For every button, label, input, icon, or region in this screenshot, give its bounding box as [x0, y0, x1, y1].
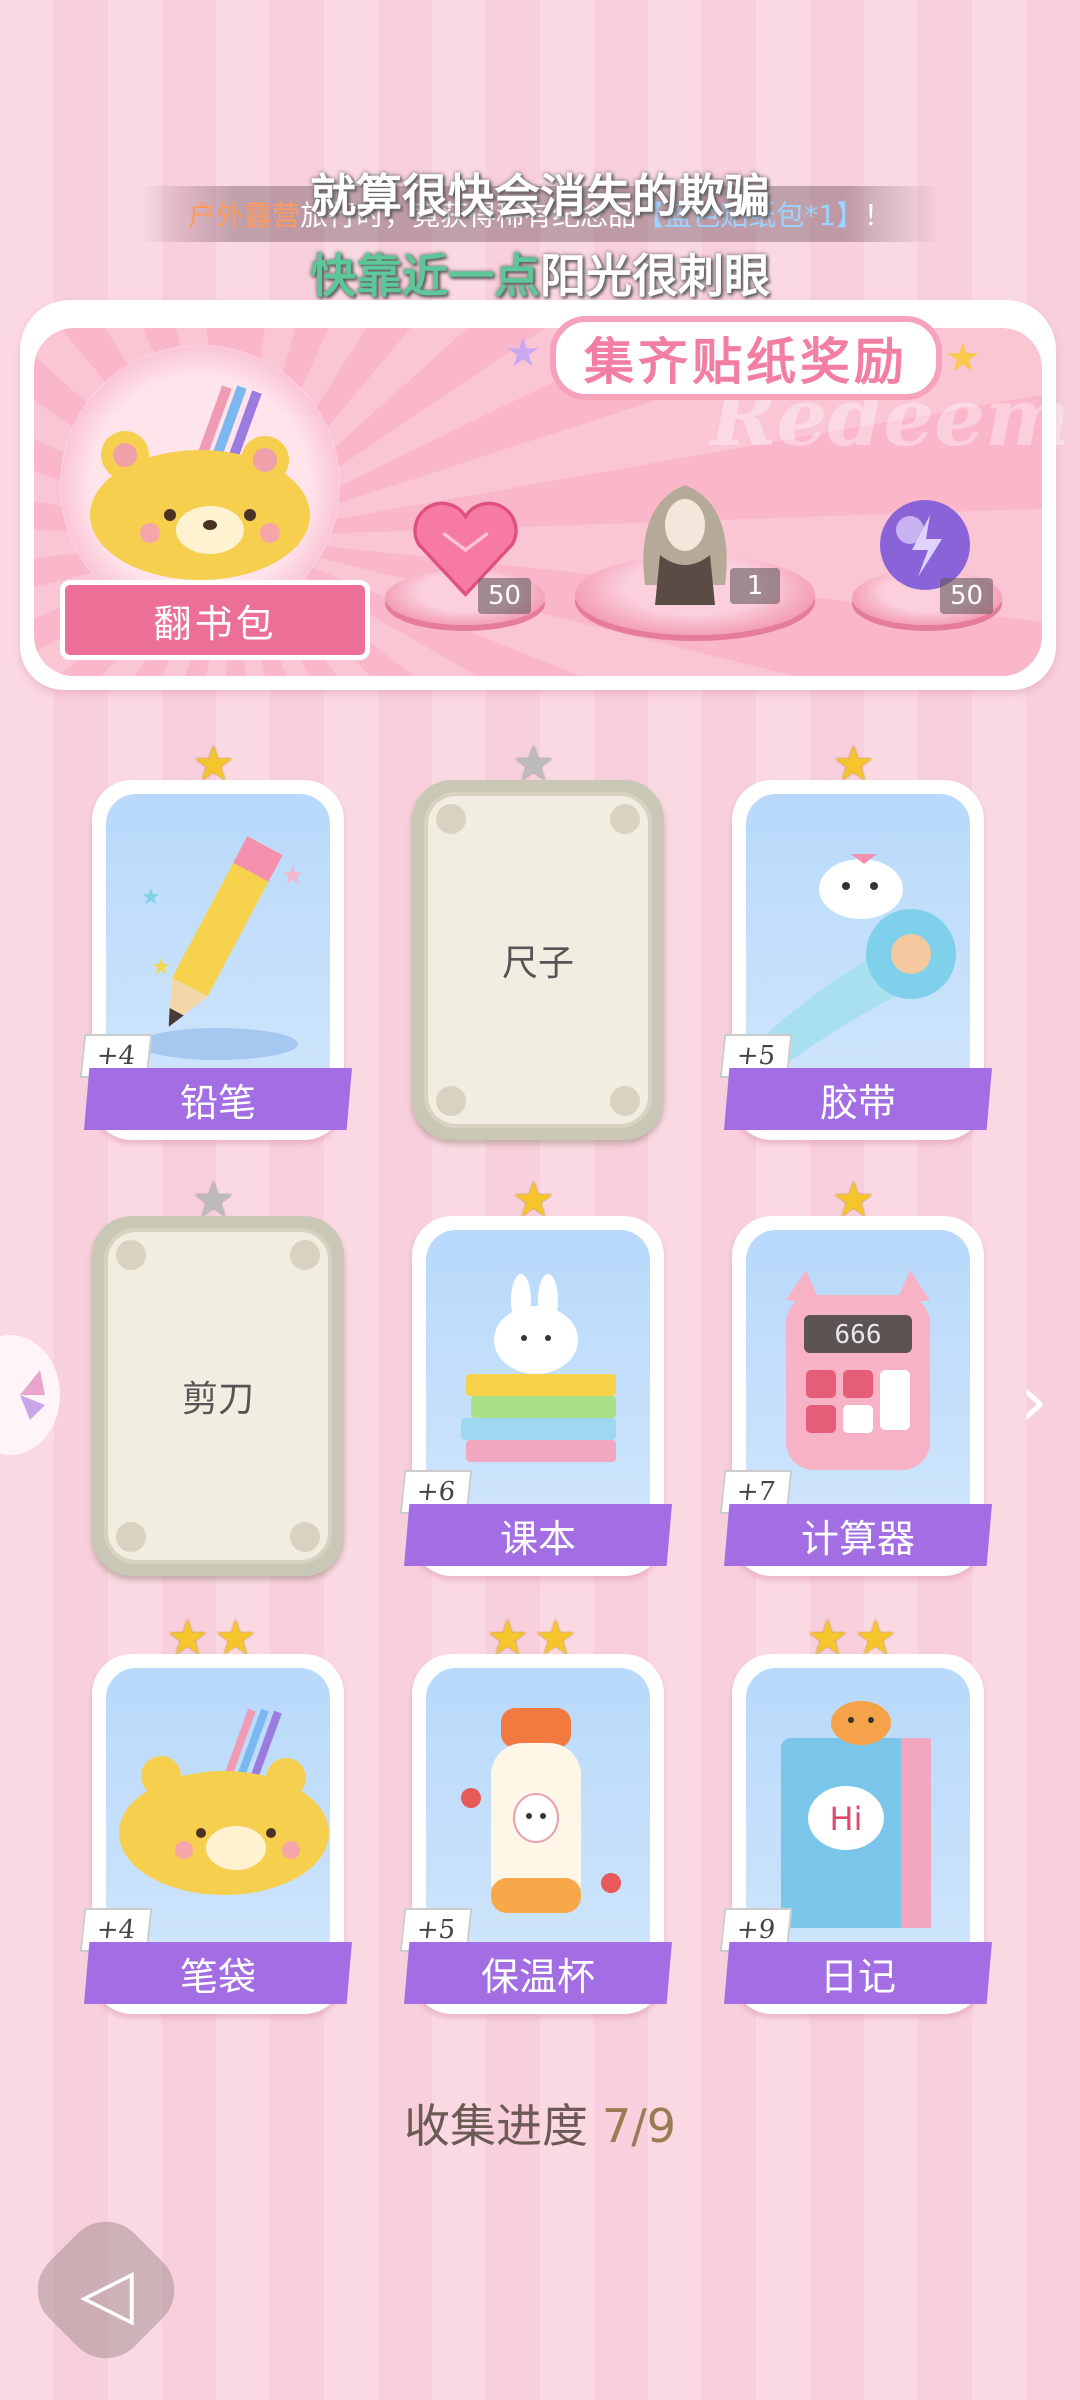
- sticker-card-ruler-locked[interactable]: 尺子: [412, 780, 664, 1140]
- sticker-card-thermos[interactable]: +5 保温杯: [399, 1654, 672, 2014]
- progress-label: 收集进度: [403, 2099, 588, 2153]
- sticker-card-calculator[interactable]: 666 +7 计算器: [719, 1216, 992, 1576]
- card-name: 尺子: [424, 792, 652, 1128]
- card-corner-ornament: [290, 1522, 320, 1552]
- card-corner-ornament: [436, 1086, 466, 1116]
- sticker-card-scissors-locked[interactable]: 剪刀: [92, 1216, 344, 1576]
- gold-star-icon: ★: [945, 335, 981, 381]
- previous-page-button[interactable]: [0, 1335, 60, 1455]
- chevron-right-icon: ›: [1020, 1360, 1048, 1442]
- card-name: 剪刀: [104, 1228, 332, 1564]
- card-corner-ornament: [290, 1240, 320, 1270]
- sticker-card-pencil[interactable]: ★ ★ ★ +4 铅笔: [79, 780, 352, 1140]
- pinwheel-icon: [20, 1370, 45, 1420]
- sticker-card-diary[interactable]: Hi +9 日记: [719, 1654, 992, 2014]
- card-name: 铅笔: [84, 1068, 352, 1130]
- svg-text:★: ★: [281, 861, 304, 891]
- next-page-button[interactable]: ›: [1020, 1360, 1048, 1442]
- lyric-line-1: 就算很快会消失的欺骗: [310, 169, 770, 223]
- card-name: 日记: [724, 1942, 992, 2004]
- diary-cover-text: Hi: [830, 1800, 863, 1838]
- card-name: 计算器: [724, 1504, 992, 1566]
- card-corner-ornament: [610, 804, 640, 834]
- card-corner-ornament: [436, 804, 466, 834]
- sticker-card-pencil-case[interactable]: +4 笔袋: [79, 1654, 352, 2014]
- card-corner-ornament: [116, 1240, 146, 1270]
- purple-star-icon: ★: [505, 330, 541, 376]
- sticker-card-textbook[interactable]: +6 课本: [399, 1216, 672, 1576]
- reward-count: 50: [478, 578, 532, 614]
- card-name: 保温杯: [404, 1942, 672, 2004]
- svg-text:★: ★: [151, 955, 171, 980]
- lyric-line-2-rest: 阳光很刺眼: [540, 249, 770, 303]
- lyric-line-2: 快靠近一点阳光很刺眼: [0, 240, 1080, 306]
- reward-count: 50: [940, 578, 994, 614]
- back-arrow-icon: ◁: [80, 2252, 134, 2334]
- calculator-display: 666: [835, 1320, 882, 1350]
- collection-progress: 收集进度 7/9: [0, 2090, 1080, 2156]
- progress-value: 7/9: [601, 2099, 677, 2153]
- card-corner-ornament: [116, 1522, 146, 1552]
- card-corner-ornament: [610, 1086, 640, 1116]
- lyric-line-2-highlight: 快靠近一点: [310, 249, 540, 303]
- svg-text:★: ★: [141, 885, 161, 910]
- card-name: 笔袋: [84, 1942, 352, 2004]
- banner-title: 集齐贴纸奖励: [550, 316, 942, 400]
- card-name: 课本: [404, 1504, 672, 1566]
- sticker-card-tape[interactable]: +5 胶带: [719, 780, 992, 1140]
- reward-count: 1: [730, 568, 780, 604]
- card-name: 胶带: [724, 1068, 992, 1130]
- flip-bag-button[interactable]: 翻书包: [60, 580, 370, 660]
